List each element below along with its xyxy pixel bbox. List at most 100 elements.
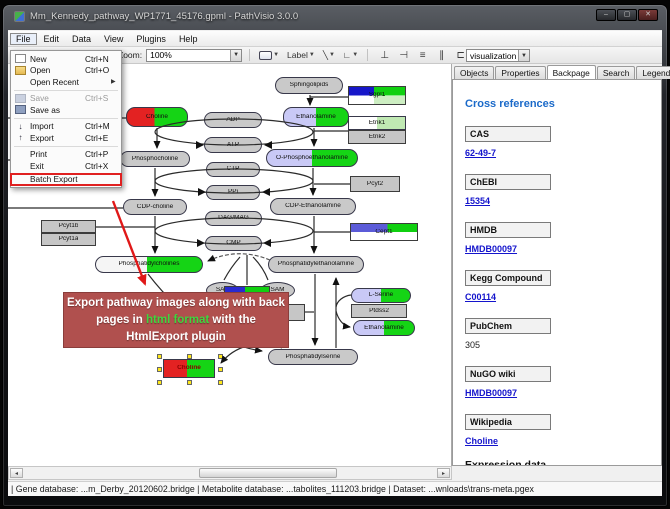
tab-backpage[interactable]: Backpage: [547, 65, 596, 79]
node-label: Phosphatidylcholines: [118, 261, 179, 268]
selection-handle[interactable]: [157, 367, 162, 372]
horizontal-scrollbar[interactable]: ◂ ▸: [8, 466, 452, 480]
crossref-link[interactable]: 62-49-7: [465, 148, 661, 158]
zoom-combobox[interactable]: 100% ▼: [146, 49, 242, 62]
chevron-down-icon[interactable]: ▼: [230, 50, 241, 61]
selection-handle[interactable]: [157, 354, 162, 359]
visualization-combobox[interactable]: visualization ▼: [466, 49, 530, 62]
menu-shortcut: Ctrl+O: [85, 65, 117, 75]
tab-search[interactable]: Search: [597, 66, 636, 79]
node-sgpl1[interactable]: Sgpl1: [348, 86, 406, 105]
crossref-link[interactable]: Choline: [465, 436, 661, 446]
menubar-item-data[interactable]: Data: [66, 33, 97, 45]
node-l-serine[interactable]: L-Serine: [351, 288, 411, 303]
menubar-item-help[interactable]: Help: [173, 33, 204, 45]
node-label: Phosphatidylethanolamine: [278, 261, 354, 268]
menu-item-label: Open: [30, 65, 85, 75]
stack-vertical-icon[interactable]: ≡: [415, 49, 430, 62]
menu-item-save: SaveCtrl+S: [11, 93, 121, 105]
node-dag-mag[interactable]: DAG/MAG: [205, 211, 262, 226]
node-etnk2[interactable]: Etnk2: [348, 130, 406, 144]
tab-legend[interactable]: Legend: [636, 66, 670, 79]
node-sphingolipids[interactable]: Sphingolipids: [275, 77, 343, 94]
crossref-header-hmdb: HMDB: [465, 222, 551, 238]
selection-handle[interactable]: [218, 367, 223, 372]
selection-handle[interactable]: [157, 380, 162, 385]
node-cmp[interactable]: CMP: [205, 236, 262, 251]
crossref-header-nugo-wiki: NuGO wiki: [465, 366, 551, 382]
menu-item-save-as[interactable]: Save as: [11, 104, 121, 116]
node-choline-top[interactable]: Choline: [126, 107, 188, 127]
maximize-button[interactable]: ▢: [617, 9, 637, 21]
menu-shortcut: Ctrl+N: [85, 54, 117, 64]
label-tool-button[interactable]: Label ▼: [285, 48, 317, 62]
menu-item-exit[interactable]: ExitCtrl+X: [11, 160, 121, 172]
menu-item-label: Save as: [30, 105, 85, 115]
node-ppi[interactable]: PPi: [206, 185, 260, 200]
align-center-vertical-icon[interactable]: ⊣: [396, 49, 411, 62]
node-cdp-ethanolamine[interactable]: CDP-Ethanolamine: [270, 198, 356, 215]
node-phosphocholine[interactable]: Phosphocholine: [120, 151, 190, 167]
node-ctp[interactable]: CTP: [206, 162, 260, 177]
minimize-button[interactable]: –: [596, 9, 616, 21]
node-pcyt1a[interactable]: Pcyt1a: [41, 233, 96, 246]
tab-properties[interactable]: Properties: [495, 66, 545, 79]
node-pcyt1b[interactable]: Pcyt1b: [41, 220, 96, 233]
align-center-horizontal-icon[interactable]: ⊥: [377, 49, 392, 62]
menu-item-batch-export[interactable]: Batch Export: [11, 174, 121, 186]
node-ethanolamine-bottom[interactable]: Ethanolamine: [353, 320, 415, 336]
none-icon: [15, 150, 26, 159]
node-pcyt2[interactable]: Pcyt2: [350, 176, 400, 192]
node-cept1[interactable]: Cept1: [350, 223, 418, 241]
stack-horizontal-icon[interactable]: ∥: [434, 49, 449, 62]
line-tool-button[interactable]: ╲ ▼: [321, 48, 337, 62]
crossref-heading: Cross references: [465, 98, 661, 110]
menu-item-label: Export: [30, 133, 85, 143]
close-button[interactable]: ✕: [638, 9, 658, 21]
crossref-link[interactable]: 15354: [465, 196, 661, 206]
node-phosphatidylserine[interactable]: Phosphatidylserine: [268, 349, 358, 365]
node-ptdss2[interactable]: Ptdss2: [351, 304, 407, 318]
node-o-phosphoethanolamine[interactable]: O-Phosphoethanolamine: [266, 149, 358, 167]
node-ethanolamine-top[interactable]: Ethanolamine: [283, 107, 349, 127]
scroll-left-icon[interactable]: ◂: [10, 468, 23, 478]
menubar-item-plugins[interactable]: Plugins: [130, 33, 172, 45]
scrollbar-thumb[interactable]: [199, 468, 337, 478]
menu-item-print[interactable]: PrintCtrl+P: [11, 149, 121, 161]
chevron-down-icon[interactable]: ▼: [518, 50, 529, 61]
menu-item-import[interactable]: ↓ImportCtrl+M: [11, 121, 121, 133]
connector-tool-button[interactable]: ∟ ▼: [341, 48, 360, 62]
selection-handle[interactable]: [218, 380, 223, 385]
node-label: Etnk1: [369, 120, 386, 127]
node-etnk1[interactable]: Etnk1: [348, 116, 406, 130]
file-menu-dropdown: NewCtrl+NOpenCtrl+OOpen Recent▶ SaveCtrl+…: [10, 50, 122, 188]
menu-item-open-recent[interactable]: Open Recent▶: [11, 76, 121, 88]
scroll-right-icon[interactable]: ▸: [437, 468, 450, 478]
selection-handle[interactable]: [187, 380, 192, 385]
crossref-link[interactable]: C00114: [465, 292, 661, 302]
node-atp[interactable]: ATP: [204, 137, 262, 153]
menu-item-export[interactable]: ↑ExportCtrl+E: [11, 132, 121, 144]
save-icon: [15, 105, 26, 114]
selection-handle[interactable]: [187, 354, 192, 359]
statusbar-text: | Gene database: ...m_Derby_20120602.bri…: [11, 484, 534, 494]
menubar-item-edit[interactable]: Edit: [38, 33, 66, 45]
menu-item-new[interactable]: NewCtrl+N: [11, 53, 121, 65]
menu-item-open[interactable]: OpenCtrl+O: [11, 65, 121, 77]
menu-shortcut: Ctrl+X: [85, 161, 117, 171]
backpage-content[interactable]: Cross references CAS62-49-7ChEBI15354HMD…: [452, 79, 662, 466]
gene-tool-button[interactable]: ▼: [257, 48, 281, 62]
node-phosphatidylethanolamine[interactable]: Phosphatidylethanolamine: [268, 256, 364, 273]
node-adp[interactable]: ADP: [204, 112, 262, 128]
titlebar[interactable]: Mm_Kennedy_pathway_WP1771_45176.gpml - P…: [14, 11, 298, 22]
menubar-item-file[interactable]: File: [10, 33, 37, 45]
crossref-link[interactable]: HMDB00097: [465, 244, 661, 254]
node-choline-selected[interactable]: Choline: [163, 359, 215, 378]
menubar-item-view[interactable]: View: [98, 33, 129, 45]
node-phosphatidylcholines[interactable]: Phosphatidylcholines: [95, 256, 203, 273]
tab-objects[interactable]: Objects: [454, 66, 494, 79]
node-cdp-choline[interactable]: CDP-choline: [123, 199, 187, 215]
crossref-link[interactable]: HMDB00097: [465, 388, 661, 398]
menu-item-label: Import: [30, 121, 85, 131]
selection-handle[interactable]: [218, 354, 223, 359]
